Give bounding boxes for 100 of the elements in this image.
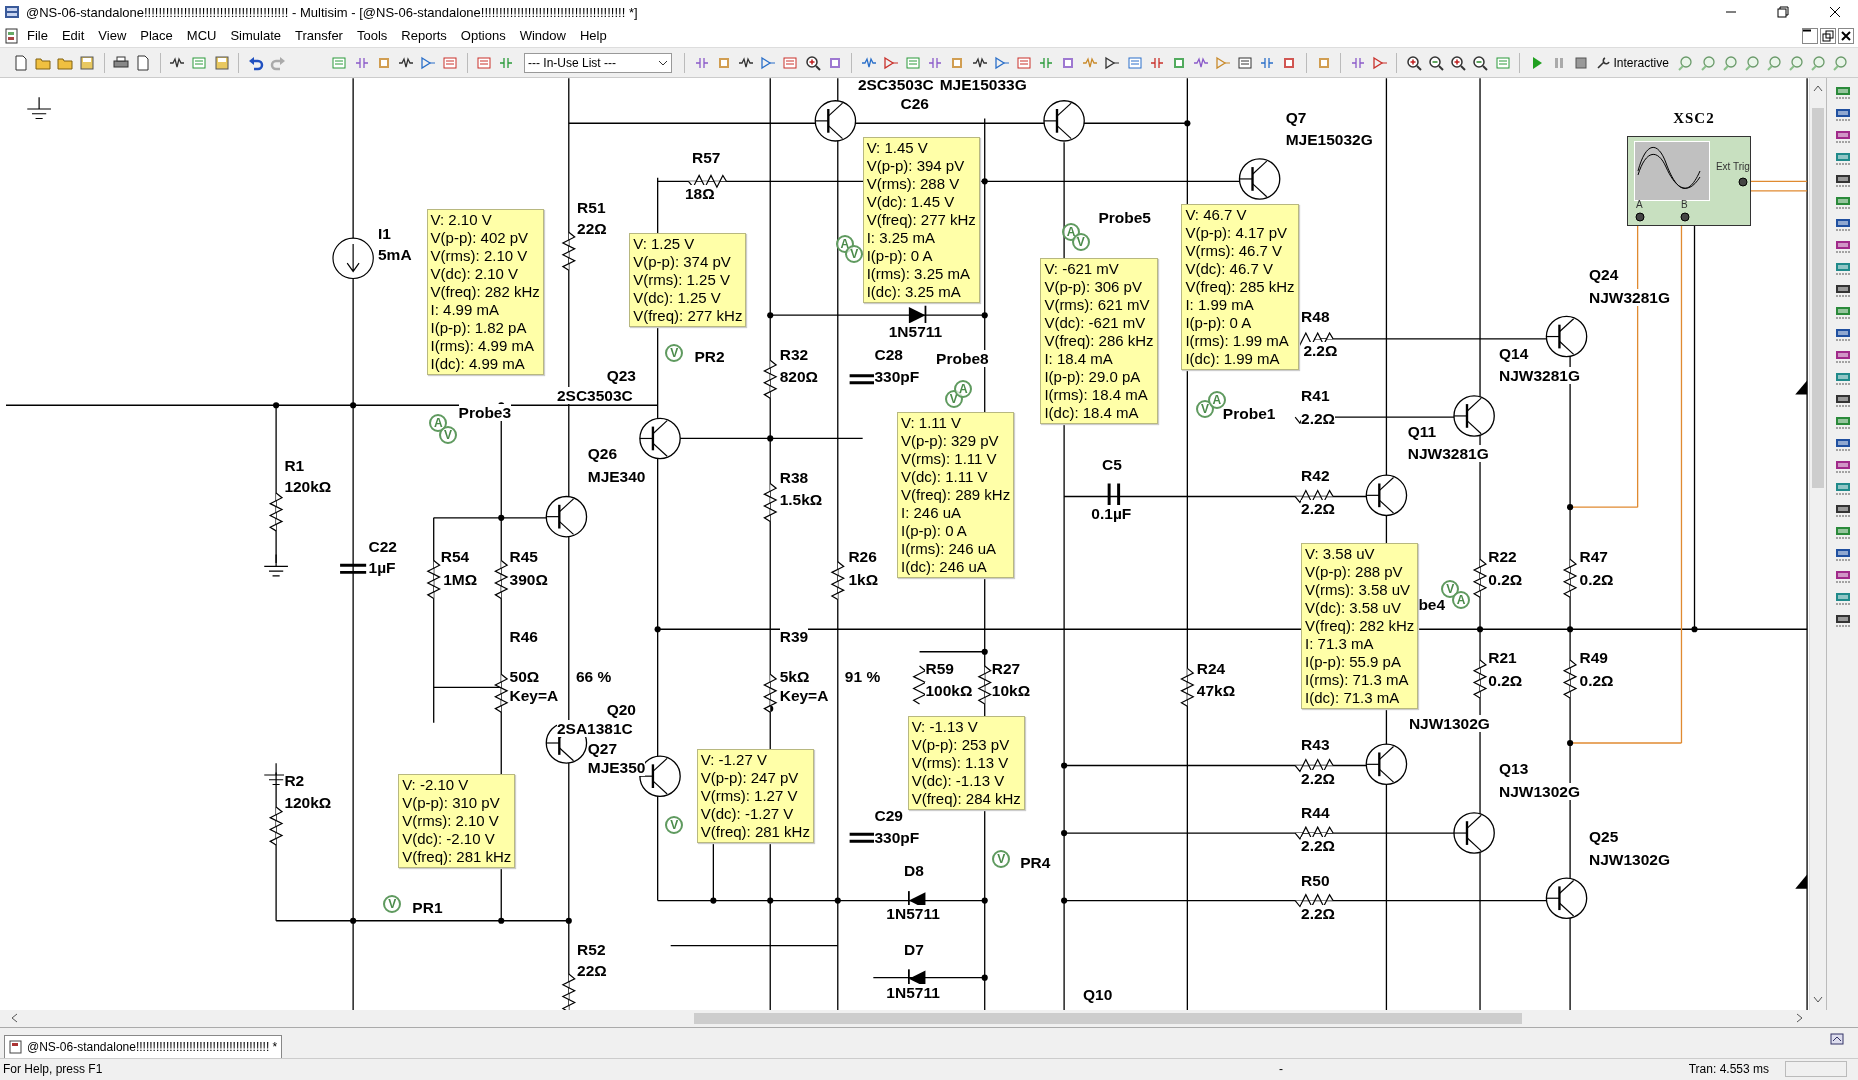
menu-item[interactable]: View [91, 26, 134, 46]
probe-reading: I(dc): 246 uA [901, 558, 988, 577]
probe-reading: V: 2.10 V [430, 210, 493, 229]
channel-label: A [1635, 199, 1643, 211]
probe-reading: V(freq): 282 kHz [430, 282, 540, 301]
menu-item[interactable]: Transfer [288, 26, 350, 46]
probe-reading: V: 1.25 V [633, 235, 696, 254]
document-tab[interactable]: @NS-06-standalone!!!!!!!!!!!!!!!!!!!!!!!!!!!!!!!!!!!!!!!! * [4, 1034, 283, 1058]
probe-reading: V(dc): 1.25 V [633, 289, 722, 308]
component-label: 18Ω [684, 184, 715, 202]
probe-reading: V(rms): 1.11 V [901, 450, 998, 469]
component-label: 1N5711 [886, 905, 940, 922]
probe-reading: V: -1.27 V [700, 750, 768, 769]
probe-reading: V(p-p): 310 pV [402, 793, 501, 812]
probe-reading: V(freq): 285 kHz [1185, 277, 1295, 296]
component-label: NJW1302G [1498, 782, 1580, 800]
probe-reading: V: -1.13 V [911, 717, 979, 736]
component-label: Probe8 [936, 350, 989, 368]
status-text: For Help, press F1 [2, 1062, 104, 1077]
probe-reading: V: -621 mV [1044, 260, 1120, 279]
component-label: NJW1302G [1408, 715, 1490, 733]
menu-item[interactable]: Window [512, 26, 573, 46]
probe-reading: V(rms): 288 V [866, 175, 961, 194]
probe-reading: V(rms): 2.10 V [402, 811, 500, 830]
component-label: NJW3281G [1589, 288, 1670, 306]
menu-item[interactable]: Edit [54, 26, 92, 46]
probe-reading: V: 46.7 V [1185, 205, 1248, 224]
probe-reading: I: 71.3 mA [1305, 634, 1375, 653]
probe-reading: V(freq): 289 kHz [901, 486, 1011, 505]
probe-reading: V(p-p): 4.17 pV [1185, 223, 1289, 242]
component-label: NJW3281G [1498, 367, 1580, 385]
probe-reading: I(dc): 18.4 mA [1044, 404, 1140, 423]
probe-reading: V(rms): 621 mV [1044, 296, 1151, 315]
probe-reading: V(freq): 281 kHz [402, 847, 512, 866]
probe-reading: V(rms): 1.13 V [911, 753, 1010, 772]
channel-label: B [1680, 199, 1688, 211]
component-label: 2.2Ω [1301, 905, 1336, 922]
probe-reading: V(p-p): 288 pV [1305, 562, 1404, 581]
probe-reading: V(dc): 1.45 V [866, 193, 956, 212]
probe-reading: I: 1.99 mA [1185, 295, 1255, 314]
probe-reading: I(dc): 1.99 mA [1185, 349, 1281, 368]
in-use-list-dropdown[interactable]: --- In-Use List --- [524, 52, 673, 73]
menu-item[interactable]: Help [572, 26, 614, 46]
probe-reading: I(p-p): 29.0 pA [1044, 368, 1142, 387]
component-label: 0.1µF [1091, 504, 1132, 522]
probe-reading: V(dc): -2.10 V [402, 829, 496, 848]
probe-reading: I(rms): 18.4 mA [1044, 386, 1149, 405]
component-label: R39 [779, 627, 809, 645]
probe-symbol: V [665, 815, 684, 834]
probe-reading: V(dc): -1.13 V [911, 771, 1006, 790]
probe-reading: V(dc): 2.10 V [430, 264, 520, 283]
probe-reading: V: 1.45 V [866, 139, 929, 158]
probe-symbol: V [992, 850, 1011, 869]
menu-item[interactable]: File [20, 26, 55, 46]
probe-reading: V: -2.10 V [402, 775, 470, 794]
probe-reading: V(dc): 3.58 uV [1305, 598, 1402, 617]
probe-reading: I: 4.99 mA [430, 300, 500, 319]
probe-reading: V(p-p): 253 pV [911, 735, 1011, 754]
probe-reading: I(rms): 3.25 mA [866, 265, 971, 284]
component-label: MJE350 [587, 759, 646, 777]
menu-item[interactable]: MCU [179, 26, 224, 46]
interactive-button[interactable]: Interactive [1592, 50, 1673, 75]
menu-item[interactable]: Tools [349, 26, 395, 46]
trigger-label: Ext Trig [1715, 161, 1750, 173]
probe-reading: I(dc): 3.25 mA [866, 283, 962, 302]
probe-reading: I(p-p): 0 A [901, 522, 968, 541]
probe-symbol: A [1452, 590, 1471, 609]
status-text: - [1279, 1062, 1284, 1077]
probe-reading: V(dc): 46.7 V [1185, 259, 1274, 278]
component-label: 2.2Ω [1301, 409, 1336, 427]
probe-symbol: V [1441, 579, 1460, 598]
probe-reading: I: 246 uA [901, 504, 963, 523]
probe-reading: I(dc): 71.3 mA [1305, 688, 1401, 707]
probe-reading: V(p-p): 329 pV [901, 432, 1000, 451]
probe-reading: V(freq): 277 kHz [866, 211, 976, 230]
probe-reading: I(p-p): 1.82 pA [430, 318, 528, 337]
menu-item[interactable]: Simulate [223, 26, 289, 46]
menu-item[interactable]: Options [453, 26, 513, 46]
probe-reading: V(dc): -621 mV [1044, 314, 1147, 333]
probe-reading: V: 3.58 uV [1305, 544, 1376, 563]
component-label: 2.2Ω [1301, 499, 1336, 517]
probe-reading: V(p-p): 247 pV [700, 768, 800, 787]
component-label: 330pF [874, 829, 920, 847]
probe-symbol: V [383, 895, 402, 914]
probe-reading: V(p-p): 374 pV [633, 253, 732, 272]
probe-reading: V(rms): 1.25 V [633, 271, 731, 290]
component-label: 2SC3503C [556, 387, 633, 405]
probe-reading: I(p-p): 0 A [866, 247, 934, 266]
probe-reading: V(freq): 284 kHz [911, 789, 1021, 808]
simulation-time: Tran: 4.553 ms [1687, 1062, 1770, 1077]
probe-reading: V(rms): 46.7 V [1185, 241, 1284, 260]
probe-reading: V(freq): 281 kHz [700, 822, 810, 841]
menu-item[interactable]: Reports [394, 26, 454, 46]
probe-reading: V(dc): 1.11 V [901, 468, 989, 487]
probe-reading: V(rms): 2.10 V [430, 246, 529, 265]
component-label: 2SA1381C [556, 720, 633, 738]
probe-reading: I(rms): 246 uA [901, 540, 998, 559]
probe-reading: I: 3.25 mA [866, 229, 936, 248]
menu-item[interactable]: Place [133, 26, 180, 46]
probe-reading: I(dc): 4.99 mA [430, 354, 526, 373]
